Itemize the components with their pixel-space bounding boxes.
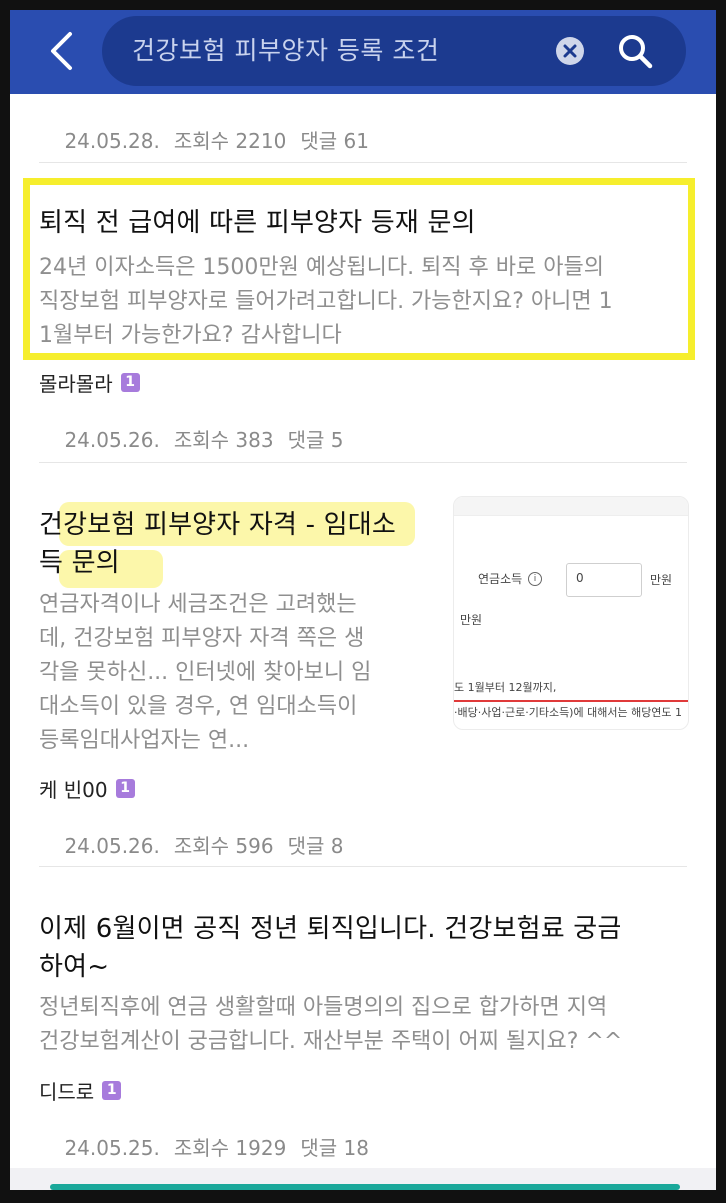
prev-item-meta: 24.05.28. 조회수 2210 댓글 61 [39,101,383,178]
post-title[interactable]: 건강보험 피부양자 자격 - 임대소 득 문의 [39,506,439,582]
post-author[interactable]: 디드로 1 [39,1076,122,1105]
post-comments: 댓글 18 [300,1136,369,1160]
thumbnail-label: 연금소득 [478,572,523,586]
snippet-line: 각을 못하신... 인터넷에 찾아보니 임 [39,660,372,685]
post-date: 24.05.28. [64,129,160,153]
thumbnail-value: 0 [576,571,584,585]
thumbnail-unit: 만원 [460,613,483,627]
close-icon [563,44,577,58]
post-date: 24.05.26. [64,428,160,452]
level-badge: 1 [115,779,135,798]
title-line: 하여~ [39,952,110,982]
post-comments: 댓글 61 [300,129,369,153]
snippet-line: 대소득이 있을 경우, 연 임대소득이 [39,694,358,719]
search-input[interactable]: 건강보험 피부양자 등록 조건 [132,16,439,86]
red-underline [454,700,688,702]
post-meta: 24.05.26. 조회수 383 댓글 5 [39,400,357,477]
post-views: 조회수 1929 [173,1136,287,1160]
snippet-line: 등록임대사업자는 연... [39,728,250,753]
post-snippet[interactable]: 정년퇴직후에 연금 생활할때 아들명의의 집으로 합가하면 지역 건강보험계산이… [39,991,622,1059]
thumbnail-header [454,497,688,516]
post-date: 24.05.26. [64,834,160,858]
search-icon [619,35,653,69]
screen: 건강보험 피부양자 등록 조건 24.05.28. 조회수 2210 댓글 61 퇴… [10,10,716,1190]
post-author[interactable]: 몰라몰라 1 [39,368,140,397]
post-views: 조회수 2210 [173,129,287,153]
divider [39,162,687,163]
post-views: 조회수 596 [173,834,274,858]
post-author[interactable]: 케 빈00 1 [39,774,135,803]
post-title[interactable]: 이제 6월이면 공직 정년 퇴직입니다. 건강보험료 궁금 하여~ [39,910,622,986]
level-badge: 1 [102,1081,122,1100]
snippet-line: 24년 이자소득은 1500만원 예상됩니다. 퇴직 후 바로 아들의 [39,255,604,280]
level-badge: 1 [120,373,140,392]
thumbnail-text: 도 1월부터 12월까지, [454,681,557,694]
info-icon: i [528,572,542,586]
snippet-line: 데, 건강보험 피부양자 자격 쪽은 생 [39,626,365,651]
author-name: 디드로 [39,1080,95,1104]
divider [39,462,687,463]
snippet-line: 직장보험 피부양자로 들어가려고합니다. 가능한지요? 아니면 1 [39,289,613,314]
title-line: 건강보험 피부양자 자격 - 임대소 [39,510,397,540]
search-button[interactable] [614,30,656,72]
search-bar[interactable]: 건강보험 피부양자 등록 조건 [102,16,686,86]
top-bar: 건강보험 피부양자 등록 조건 [10,10,716,94]
divider [39,866,687,867]
bottom-strip [10,1168,716,1190]
post-title[interactable]: 퇴직 전 급여에 따른 피부양자 등재 문의 [39,204,476,242]
author-name: 케 빈00 [39,778,108,802]
post-comments: 댓글 5 [287,428,344,452]
thumbnail-unit: 만원 [650,573,673,587]
back-button[interactable] [38,28,84,74]
post-date: 24.05.25. [64,1136,160,1160]
snippet-line: 정년퇴직후에 연금 생활할때 아들명의의 집으로 합가하면 지역 [39,995,608,1020]
post-meta: 24.05.26. 조회수 596 댓글 8 [39,806,357,883]
snippet-line: 1월부터 가능한가요? 감사합니다 [39,323,342,348]
thumbnail-text: ·배당·사업·근로·기타소득)에 대해서는 해당연도 1 [454,706,683,719]
title-line: 이제 6월이면 공직 정년 퇴직입니다. 건강보험료 궁금 [39,914,622,944]
post-snippet[interactable]: 24년 이자소득은 1500만원 예상됩니다. 퇴직 후 바로 아들의 직장보험… [39,251,613,353]
snippet-line: 연금자격이나 세금조건은 고려했는 [39,592,357,617]
snippet-line: 건강보험계산이 궁금합니다. 재산부분 주택이 어찌 될지요? ^^ [39,1029,623,1054]
post-snippet[interactable]: 연금자격이나 세금조건은 고려했는 데, 건강보험 피부양자 자격 쪽은 생 각… [39,588,439,758]
back-arrow-icon [51,32,72,70]
author-name: 몰라몰라 [39,372,113,396]
post-views: 조회수 383 [173,428,274,452]
post-thumbnail[interactable]: 연금소득 i 0 만원 만원 도 1월부터 12월까지, ·배당·사업·근로·기… [453,496,689,730]
title-line: 득 문의 [39,548,120,578]
bottom-accent [50,1184,680,1190]
post-comments: 댓글 8 [287,834,344,858]
clear-search-button[interactable] [556,37,584,65]
